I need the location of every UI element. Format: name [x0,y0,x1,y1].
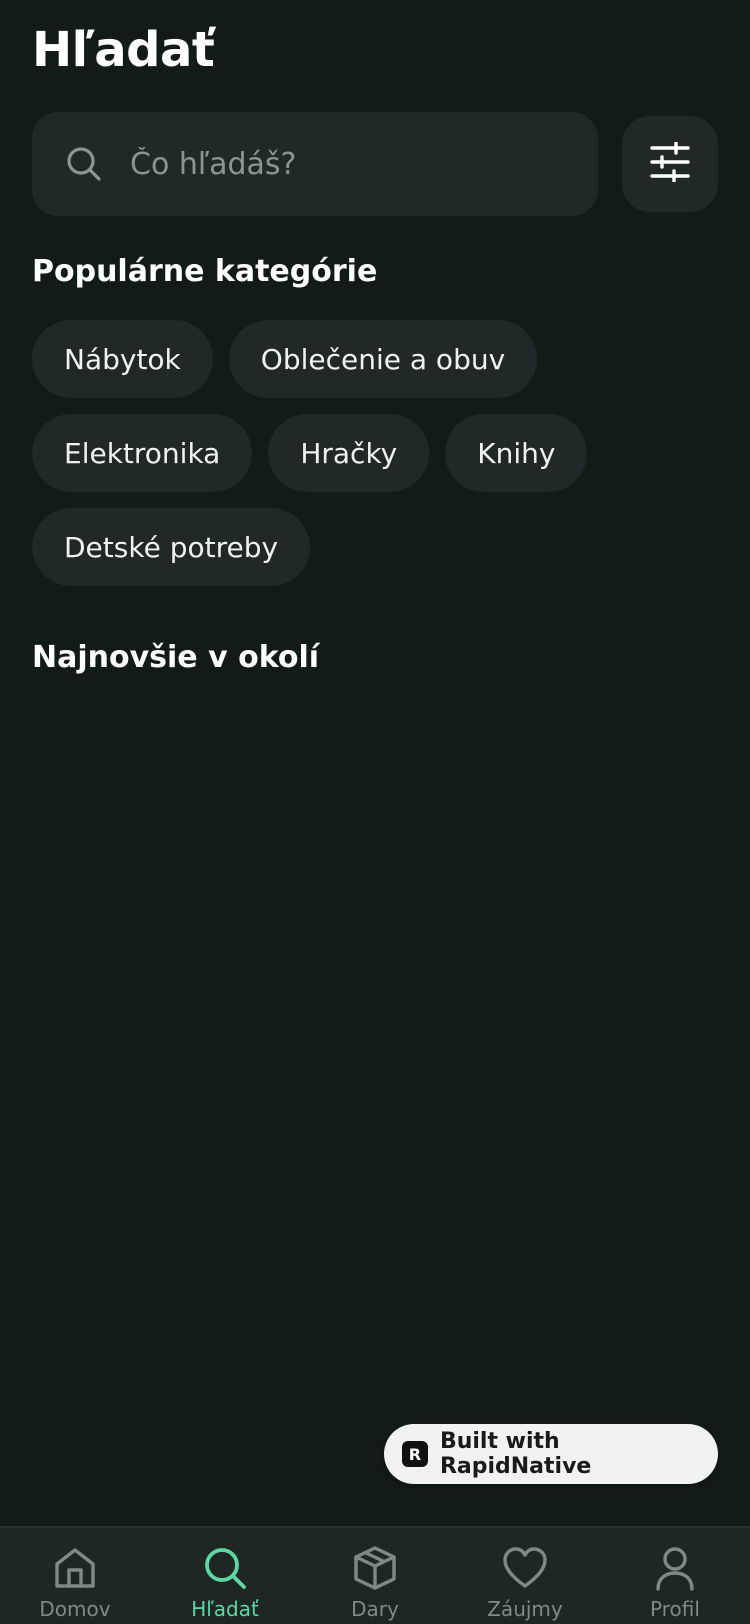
category-chip-furniture[interactable]: Nábytok [32,320,213,398]
built-with-badge[interactable]: R Built with RapidNative [384,1424,718,1484]
tab-interests[interactable]: Záujmy [450,1528,600,1624]
category-chip-electronics[interactable]: Elektronika [32,414,253,492]
category-chip-kids[interactable]: Detské potreby [32,508,311,586]
tab-gifts[interactable]: Dary [300,1528,450,1624]
built-with-label: Built with RapidNative [439,1429,592,1479]
tab-label-gifts: Dary [351,1597,399,1621]
sliders-icon [650,141,690,186]
tab-bar: Domov Hľadať Dary Záujmy Profil [0,1526,750,1624]
category-chip-toys[interactable]: Hračky [268,414,430,492]
rapidnative-logo-icon: R [402,1441,428,1467]
heart-icon [501,1544,549,1592]
search-bar[interactable] [32,112,598,216]
tab-label-interests: Záujmy [487,1597,563,1621]
tab-home[interactable]: Domov [0,1528,150,1624]
nearby-title: Najnovšie v okolí [32,640,320,675]
categories-title: Populárne kategórie [32,254,378,289]
tab-profile[interactable]: Profil [600,1528,750,1624]
search-icon [66,146,102,182]
category-chips: Nábytok Oblečenie a obuv Elektronika Hra… [32,320,722,586]
category-chip-clothing[interactable]: Oblečenie a obuv [228,320,538,398]
tab-search[interactable]: Hľadať [150,1528,300,1624]
page-title: Hľadať [32,22,215,78]
tab-label-profile: Profil [650,1597,700,1621]
search-icon [201,1544,249,1592]
tab-label-home: Domov [39,1597,111,1621]
search-input[interactable] [128,133,598,195]
box-icon [351,1544,399,1592]
category-chip-books[interactable]: Knihy [445,414,588,492]
filter-button[interactable] [622,116,718,212]
home-icon [51,1544,99,1592]
tab-label-search: Hľadať [191,1597,259,1621]
user-icon [651,1544,699,1592]
